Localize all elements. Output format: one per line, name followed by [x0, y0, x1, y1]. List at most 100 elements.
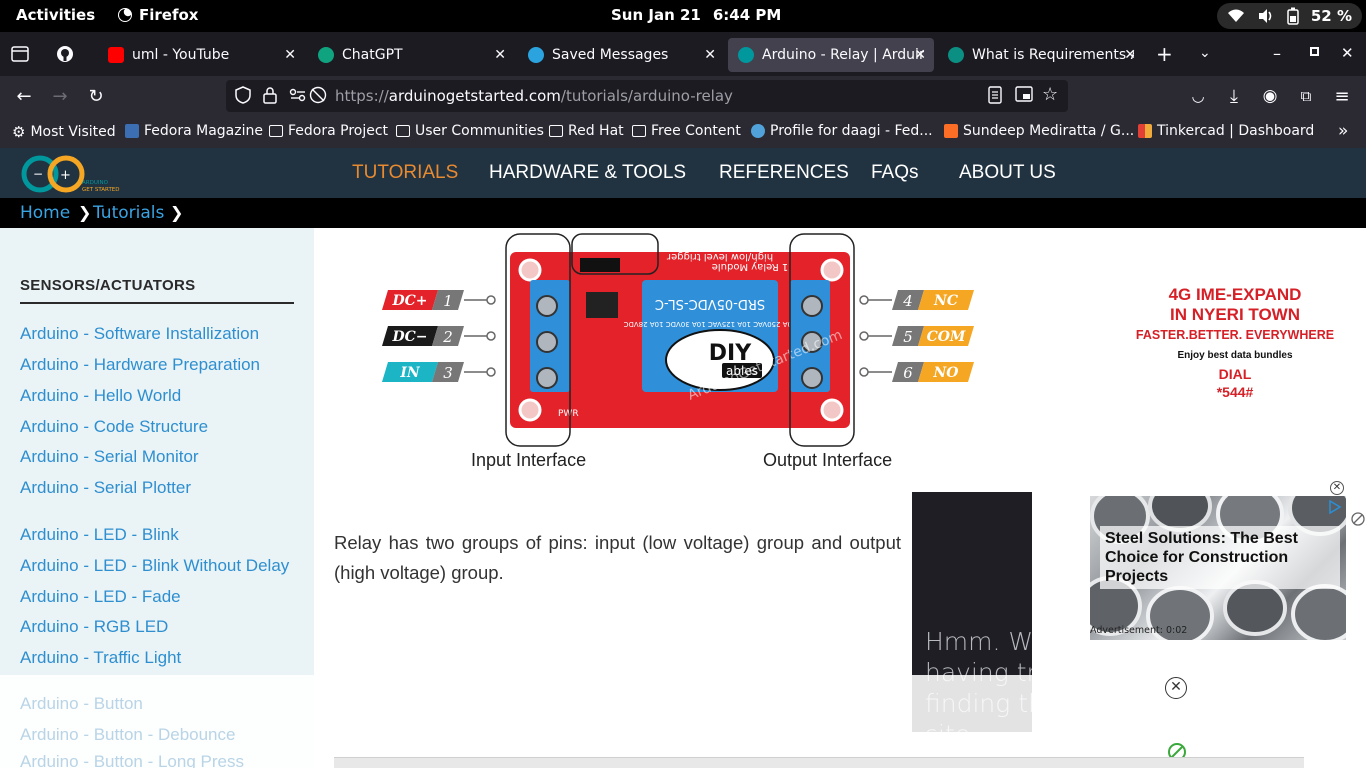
sidebar-link-faded[interactable]: Arduino - Button - Debounce [20, 725, 235, 745]
github-pinned-tab-icon[interactable] [56, 45, 74, 63]
bookmark-tinkercad[interactable]: Tinkercad | Dashboard [1138, 123, 1314, 139]
pocket-icon[interactable]: ◡ [1186, 84, 1210, 108]
back-icon[interactable]: ← [12, 84, 36, 108]
sidebar-link[interactable]: Arduino - LED - Blink [20, 525, 179, 545]
tab-title: Arduino - Relay | Arduino Getting Starte… [762, 47, 924, 63]
close-tab-icon[interactable]: ✕ [704, 47, 716, 63]
tab-chatgpt[interactable]: ChatGPT ✕ [308, 38, 514, 72]
nav-references[interactable]: REFERENCES [719, 162, 849, 184]
app-menu-icon[interactable]: ≡ [1330, 84, 1354, 108]
fedora-magazine-icon [125, 124, 139, 138]
breadcrumb-tutorials[interactable]: Tutorials [93, 203, 164, 223]
picture-in-picture-icon[interactable] [1015, 86, 1033, 102]
url-text[interactable]: https://arduinogetstarted.com/tutorials/… [335, 87, 733, 105]
new-tab-icon[interactable]: + [1156, 42, 1173, 66]
close-tab-icon[interactable]: ✕ [1124, 47, 1136, 63]
permissions-icon[interactable] [289, 86, 307, 104]
breadcrumb: Home ❯ Tutorials ❯ [0, 198, 1366, 228]
sidebar-link[interactable]: Arduino - LED - Blink Without Delay [20, 556, 289, 576]
tab-requirements[interactable]: What is Requirements Analysis ✕ [938, 38, 1144, 72]
bookmark-user-communities[interactable]: User Communities [396, 123, 544, 139]
close-window-icon[interactable]: ✕ [1341, 44, 1354, 62]
sidebar-link-faded[interactable]: Arduino - Button - Long Press [20, 752, 244, 768]
lock-icon[interactable] [263, 86, 277, 104]
app-menu[interactable]: Firefox [117, 6, 198, 24]
close-tab-icon[interactable]: ✕ [284, 47, 296, 63]
left-pin-label: DC+ 1 [382, 290, 496, 310]
svg-text:4: 4 [902, 292, 913, 310]
ad-block-icon[interactable] [1351, 512, 1365, 526]
ad-code: *544# [1216, 384, 1254, 400]
clock[interactable]: Sun Jan 21 6:44 PM [611, 6, 793, 24]
telco-advertisement[interactable]: 4G IME-EXPAND IN NYERI TOWN FASTER.BETTE… [1067, 228, 1366, 508]
bookmark-gitlab[interactable]: Sundeep Mediratta / G... [944, 123, 1134, 139]
sidebar-link[interactable]: Arduino - LED - Fade [20, 587, 181, 607]
url-bar[interactable]: https://arduinogetstarted.com/tutorials/… [226, 80, 1068, 112]
gitlab-icon [944, 124, 958, 138]
more-bookmarks-icon[interactable]: » [1338, 121, 1348, 141]
close-tab-icon[interactable]: ✕ [494, 47, 506, 63]
forward-icon[interactable]: → [48, 84, 72, 108]
sidebar-link[interactable]: Arduino - Traffic Light [20, 648, 181, 668]
tab-arduino-relay[interactable]: Arduino - Relay | Arduino Getting Starte… [728, 38, 934, 72]
bottom-ad-strip[interactable] [334, 757, 1304, 768]
relay-model-label: SRD-05VDC-SL-C [655, 296, 765, 311]
tracking-shield-icon[interactable] [235, 86, 251, 104]
extensions-icon[interactable]: ⧉ [1294, 84, 1318, 108]
bookmark-fedora-project[interactable]: Fedora Project [269, 123, 388, 139]
close-overlay-icon[interactable]: ✕ [1165, 677, 1187, 699]
battery-percent: 52 % [1310, 7, 1352, 25]
breadcrumb-home[interactable]: Home [20, 203, 70, 223]
sidebar-link[interactable]: Arduino - Code Structure [20, 417, 208, 437]
right-pin-label: 5 COM [859, 326, 974, 346]
steel-video-advertisement[interactable]: Steel Solutions: The Best Choice for Con… [1090, 496, 1346, 640]
maximize-icon[interactable] [1310, 47, 1319, 56]
bookmark-fedora-magazine[interactable]: Fedora Magazine [125, 123, 263, 139]
close-ad-icon[interactable]: ✕ [1330, 481, 1344, 495]
activities-button[interactable]: Activities [16, 6, 95, 24]
navigation-toolbar: ← → ↻ https://arduinogetstarted.com/tuto… [0, 76, 1366, 116]
site-header: − + ARDUINO GET STARTED TUTORIALS HARDWA… [0, 148, 1366, 198]
nav-hardware-tools[interactable]: HARDWARE & TOOLS [489, 162, 686, 184]
bookmark-star-icon[interactable]: ☆ [1042, 84, 1058, 105]
autoplay-blocked-icon[interactable] [309, 86, 327, 104]
downloads-icon[interactable]: ⤓ [1222, 84, 1246, 108]
firefox-icon [118, 8, 132, 22]
bookmark-profile-daagi[interactable]: Profile for daagi - Fed... [751, 123, 933, 139]
firefox-view-icon[interactable] [11, 46, 29, 62]
bookmark-label: Tinkercad | Dashboard [1157, 123, 1315, 139]
sidebar-link-faded[interactable]: Arduino - Button [20, 694, 143, 714]
input-interface-label: Input Interface [471, 450, 587, 470]
sidebar-link[interactable]: Arduino - RGB LED [20, 617, 168, 637]
ad-offer: Enjoy best data bundles [1177, 350, 1293, 361]
sidebar-link[interactable]: Arduino - Serial Plotter [20, 478, 191, 498]
bookmark-free-content[interactable]: Free Content [632, 123, 741, 139]
relay-rating-label: 10A 250VAC 10A 125VAC 10A 30VDC 10A 28VD… [623, 320, 796, 328]
reload-icon[interactable]: ↻ [84, 84, 108, 108]
tab-telegram[interactable]: Saved Messages ✕ [518, 38, 724, 72]
tab-youtube[interactable]: uml - YouTube ✕ [98, 38, 304, 72]
clock-time: 6:44 PM [712, 6, 782, 24]
url-path: /tutorials/arduino-relay [560, 87, 733, 105]
system-tray[interactable]: 52 % [1216, 3, 1362, 29]
bookmark-most-visited[interactable]: ⚙ Most Visited [12, 123, 116, 141]
arduino-get-started-logo[interactable]: − + ARDUINO GET STARTED [20, 154, 124, 194]
sidebar-link[interactable]: Arduino - Hardware Preparation [20, 355, 260, 375]
bookmark-red-hat[interactable]: Red Hat [549, 123, 624, 139]
list-all-tabs-icon[interactable]: ⌄ [1199, 45, 1211, 61]
reader-view-icon[interactable] [988, 86, 1002, 104]
adchoices-icon[interactable] [1328, 500, 1342, 514]
close-tab-icon[interactable]: ✕ [914, 47, 926, 63]
svg-text:5: 5 [903, 328, 913, 346]
nav-tutorials[interactable]: TUTORIALS [352, 162, 458, 184]
svg-text:3: 3 [443, 364, 453, 382]
minimize-icon[interactable]: – [1273, 44, 1281, 63]
sidebar-link[interactable]: Arduino - Serial Monitor [20, 447, 199, 467]
sidebar-link[interactable]: Arduino - Hello World [20, 386, 181, 406]
svg-text:DC+: DC+ [391, 293, 427, 309]
sidebar-link[interactable]: Arduino - Software Installization [20, 324, 259, 344]
nav-faqs[interactable]: FAQs [871, 162, 919, 184]
nav-about-us[interactable]: ABOUT US [959, 162, 1056, 184]
tab-title: ChatGPT [342, 47, 403, 63]
account-icon[interactable]: ◉ [1258, 84, 1282, 108]
